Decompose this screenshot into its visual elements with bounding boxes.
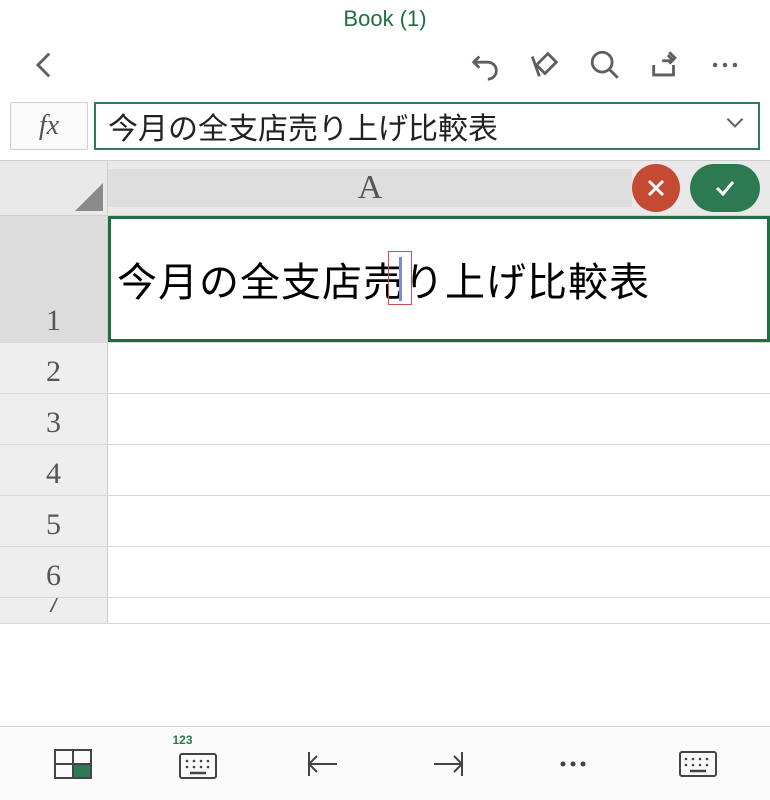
cell-text-after-cursor: 売り上げ比較表 xyxy=(363,250,650,308)
sheet-view-icon xyxy=(53,746,93,782)
share-icon xyxy=(648,48,682,82)
cell-A1-editing[interactable]: 今月の全支店売り上げ比較表 xyxy=(108,216,770,342)
formula-expand-button[interactable] xyxy=(722,109,748,143)
numeric-keyboard-icon xyxy=(178,746,218,782)
grid-row-5: 5 xyxy=(0,496,770,547)
tab-left-icon xyxy=(303,746,343,782)
row-header-2[interactable]: 2 xyxy=(0,343,108,393)
cancel-edit-button[interactable] xyxy=(632,164,680,212)
confirm-icon xyxy=(713,176,737,200)
column-header-row: A xyxy=(0,160,770,216)
tab-right-icon xyxy=(428,746,468,782)
numeric-keyboard-button[interactable]: 123 xyxy=(169,739,227,789)
back-button[interactable] xyxy=(20,40,70,90)
grid-row-6: 6 xyxy=(0,547,770,598)
edit-pen-icon xyxy=(528,48,562,82)
tab-right-button[interactable] xyxy=(419,739,477,789)
bottom-toolbar: 123 xyxy=(0,726,770,800)
row-header-3[interactable]: 3 xyxy=(0,394,108,444)
cell-A3[interactable] xyxy=(108,394,770,444)
search-button[interactable] xyxy=(580,40,630,90)
grid-row-7: 7 xyxy=(0,598,770,624)
search-icon xyxy=(588,48,622,82)
more-button[interactable] xyxy=(700,40,750,90)
undo-button[interactable] xyxy=(460,40,510,90)
formula-input-text: 今月の全支店売り上げ比較表 xyxy=(108,104,498,148)
grid-row-4: 4 xyxy=(0,445,770,496)
row-header-7[interactable]: 7 xyxy=(0,598,108,624)
bottom-more-icon xyxy=(553,746,593,782)
confirm-edit-button[interactable] xyxy=(690,164,760,212)
row-header-5[interactable]: 5 xyxy=(0,496,108,546)
formula-bar: fx 今月の全支店売り上げ比較表 xyxy=(0,96,770,160)
row-header-4[interactable]: 4 xyxy=(0,445,108,495)
grid-row-1: 1 今月の全支店売り上げ比較表 xyxy=(0,216,770,343)
cell-A2[interactable] xyxy=(108,343,770,393)
sheet-view-button[interactable] xyxy=(44,739,102,789)
share-button[interactable] xyxy=(640,40,690,90)
select-all-triangle-icon xyxy=(75,183,103,211)
more-icon xyxy=(708,48,742,82)
row-header-1[interactable]: 1 xyxy=(0,216,108,342)
bottom-more-button[interactable] xyxy=(544,739,602,789)
cell-text-before-cursor: 今月の全支店 xyxy=(117,250,363,308)
select-all-corner[interactable] xyxy=(0,161,108,215)
keyboard-button[interactable] xyxy=(669,739,727,789)
document-title: Book (1) xyxy=(343,6,426,31)
cancel-icon xyxy=(644,176,668,200)
edit-pen-button[interactable] xyxy=(520,40,570,90)
spreadsheet-grid: 1 今月の全支店売り上げ比較表 2 3 4 5 6 7 xyxy=(0,216,770,624)
keyboard-icon xyxy=(678,746,718,782)
top-toolbar xyxy=(0,34,770,96)
tab-left-button[interactable] xyxy=(294,739,352,789)
fx-label[interactable]: fx xyxy=(10,102,88,150)
formula-input[interactable]: 今月の全支店売り上げ比較表 xyxy=(94,102,760,150)
cell-A6[interactable] xyxy=(108,547,770,597)
column-header-A[interactable]: A xyxy=(108,169,632,207)
back-icon xyxy=(28,48,62,82)
row-header-6[interactable]: 6 xyxy=(0,547,108,597)
window-title: Book (1) xyxy=(0,0,770,34)
chevron-down-icon xyxy=(722,109,748,135)
cell-A4[interactable] xyxy=(108,445,770,495)
grid-row-3: 3 xyxy=(0,394,770,445)
undo-icon xyxy=(468,48,502,82)
numeric-keyboard-superscript: 123 xyxy=(173,733,193,747)
cell-A7[interactable] xyxy=(108,598,770,624)
cell-A5[interactable] xyxy=(108,496,770,546)
grid-row-2: 2 xyxy=(0,343,770,394)
